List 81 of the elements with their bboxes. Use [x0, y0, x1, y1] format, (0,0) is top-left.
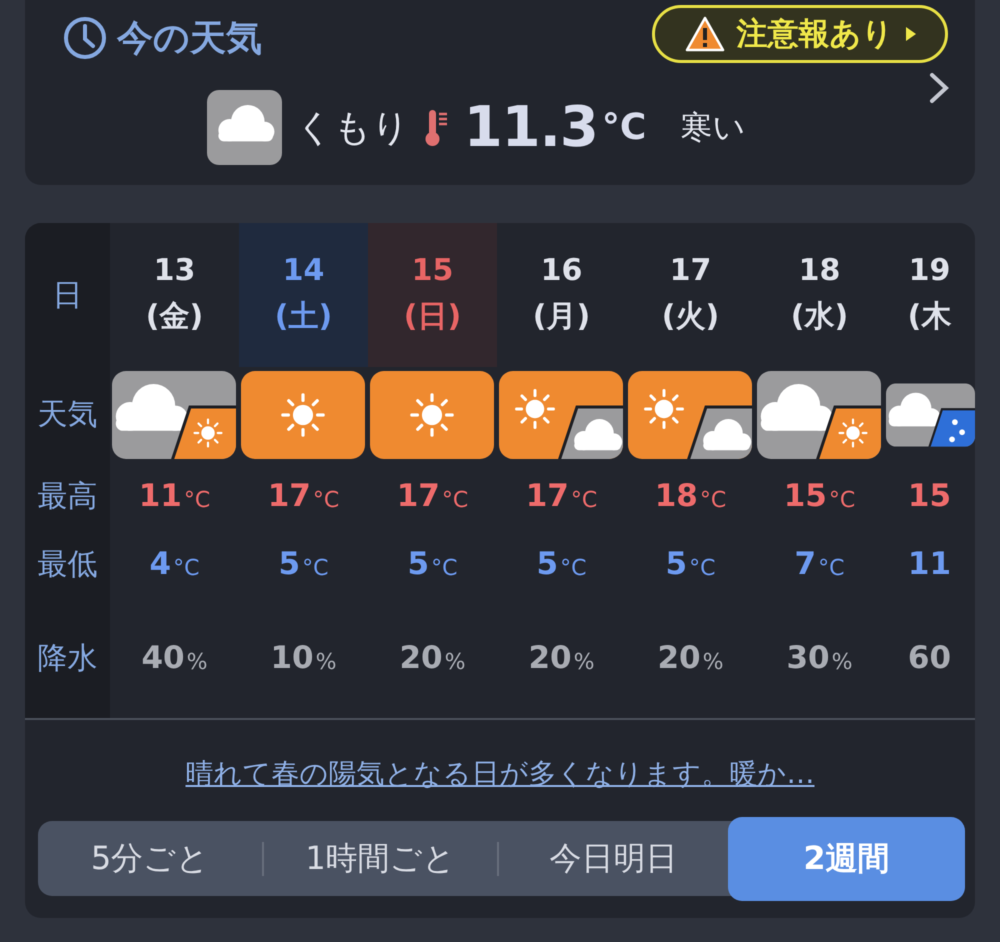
temp-unit: °C	[700, 488, 726, 512]
high-temp: 17	[396, 478, 440, 514]
percent-unit: %	[186, 650, 208, 674]
day-date: 17	[670, 252, 712, 290]
temp-unit: °C	[818, 556, 844, 580]
percent-unit: %	[832, 650, 853, 674]
section-title: 今の天気	[117, 16, 262, 60]
temp-unit: °C	[560, 556, 586, 580]
period-tab[interactable]: 5分ごと	[38, 821, 262, 896]
temp-unit: °C	[828, 488, 856, 512]
row-label: 日	[52, 276, 82, 314]
low-temp: 5	[408, 546, 430, 582]
day-weekday: (土)	[274, 298, 332, 336]
day-date: 13	[154, 252, 196, 290]
high-temp: 11	[138, 478, 182, 514]
thermometer-icon	[424, 108, 450, 148]
low-temp: 4	[150, 546, 172, 582]
precip-chance: 20	[528, 640, 572, 676]
feel-label: 寒い	[680, 106, 746, 148]
day-date: 16	[540, 252, 582, 290]
chevron-right-icon[interactable]	[929, 72, 949, 104]
temp-unit: °C	[173, 556, 200, 580]
row-label: 天気	[38, 396, 98, 434]
sun-icon	[370, 370, 494, 458]
temp-unit: °C	[689, 556, 716, 580]
high-temp: 17	[526, 478, 569, 514]
temperature-value: 11.3	[464, 95, 598, 160]
low-temp: 5	[278, 546, 300, 582]
day-weekday: (金)	[146, 298, 204, 336]
day-date: 18	[798, 252, 840, 290]
high-temp: 15	[784, 478, 827, 514]
row-label: 降水	[38, 640, 98, 678]
warning-icon	[684, 16, 724, 52]
day-weekday: (木	[908, 298, 952, 336]
day-weekday: (日)	[404, 298, 462, 336]
precip-chance: 60	[908, 640, 952, 676]
period-tab[interactable]: 今日明日	[499, 821, 728, 896]
temp-unit: °C	[442, 488, 468, 512]
precip-chance: 20	[399, 640, 443, 676]
temp-unit: °C	[431, 556, 458, 580]
temp-unit: °C	[312, 488, 340, 512]
period-tab[interactable]: 2週間	[728, 816, 965, 900]
precip-chance: 10	[270, 640, 314, 676]
temp-unit: °C	[570, 488, 598, 512]
alert-button[interactable]: 注意報あり	[652, 5, 948, 63]
clock-icon	[63, 16, 107, 60]
summary-link[interactable]: 晴れて春の陽気となる日が多くなります。暖か…	[186, 755, 814, 793]
high-temp: 17	[268, 478, 311, 514]
cloud-icon	[206, 90, 282, 165]
low-temp: 7	[794, 546, 816, 582]
sun-cloud-icon	[499, 370, 623, 458]
day-date: 14	[282, 252, 324, 290]
sun-cloud-icon	[628, 370, 752, 458]
temp-unit: °C	[184, 488, 210, 512]
percent-unit: %	[702, 650, 724, 674]
row-label: 最低	[38, 546, 98, 584]
high-temp: 18	[654, 478, 698, 514]
triangle-right-icon	[906, 27, 916, 41]
period-tab[interactable]: 1時間ごと	[264, 821, 497, 896]
percent-unit: %	[444, 650, 466, 674]
day-weekday: (水)	[790, 298, 848, 336]
cloud-sun-icon	[757, 370, 881, 458]
precip-chance: 20	[657, 640, 701, 676]
low-temp: 5	[536, 546, 558, 582]
temp-unit: °C	[302, 556, 328, 580]
day-weekday: (月)	[532, 298, 590, 336]
low-temp: 11	[908, 546, 952, 582]
weather-condition: くもり	[296, 104, 410, 150]
day-date: 15	[412, 252, 454, 290]
precip-chance: 30	[786, 640, 830, 676]
low-temp: 5	[666, 546, 688, 582]
percent-unit: %	[316, 650, 337, 674]
day-weekday: (火)	[662, 298, 720, 336]
row-label: 最高	[38, 478, 98, 516]
sun-icon	[241, 370, 365, 458]
high-temp: 15	[908, 478, 952, 514]
temperature-unit: °C	[602, 107, 646, 148]
day-date: 19	[908, 252, 950, 290]
percent-unit: %	[574, 650, 595, 674]
cloud-sun-icon	[112, 370, 236, 458]
precip-chance: 40	[141, 640, 185, 676]
